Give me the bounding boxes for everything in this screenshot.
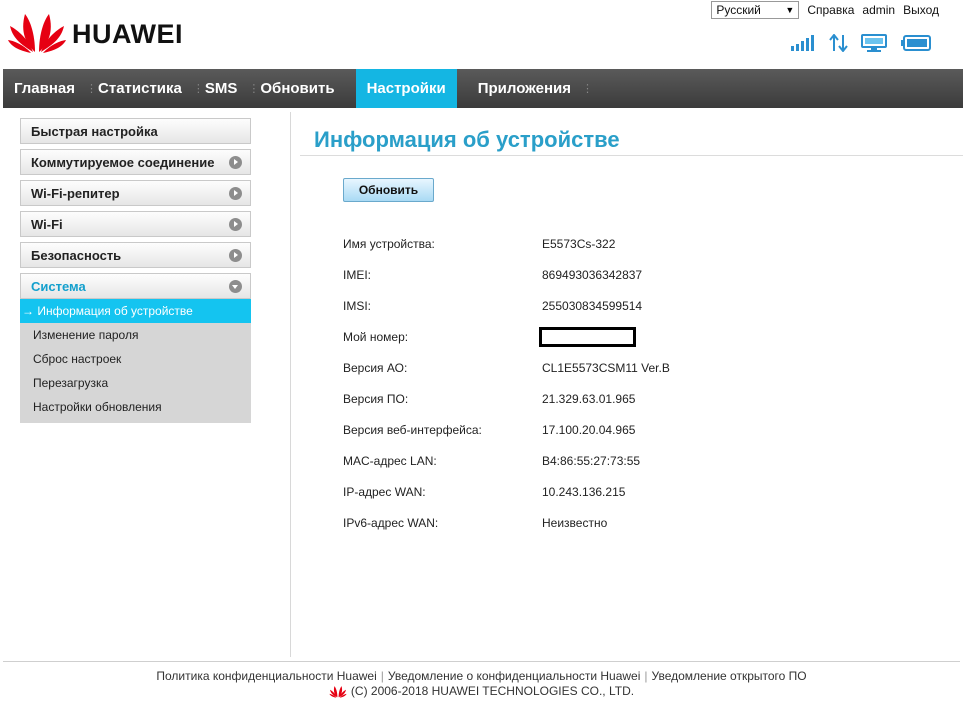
submenu-change-password[interactable]: Изменение пароля	[20, 323, 251, 347]
huawei-flower-icon	[329, 685, 347, 698]
nav-statistics[interactable]: Статистика	[87, 69, 193, 108]
info-label: Версия ПО:	[343, 391, 409, 406]
huawei-flower-icon	[8, 14, 66, 53]
logout-link[interactable]: Выход	[903, 3, 939, 17]
nav-update[interactable]: Обновить	[249, 69, 345, 108]
my-number-value	[539, 326, 742, 347]
info-label: Имя устройства:	[343, 236, 435, 251]
info-row: Версия АО: CL1E5573CSM11 Ver.B	[343, 352, 742, 383]
footer-links: Политика конфиденциальности Huawei | Уве…	[0, 669, 963, 683]
info-value: 255030834599514	[542, 298, 643, 313]
submenu-reset[interactable]: Сброс настроек	[20, 347, 251, 371]
sidebar-item-security[interactable]: Безопасность	[20, 242, 251, 268]
info-label: Мой номер:	[343, 329, 409, 344]
info-value: Неизвестно	[542, 515, 608, 530]
info-row: Мой номер:	[343, 321, 742, 352]
chevron-right-icon	[229, 186, 242, 200]
language-value: Русский	[716, 3, 761, 17]
chevron-down-icon: ▼	[785, 5, 795, 15]
info-label: IMEI:	[343, 267, 372, 282]
battery-icon[interactable]	[901, 35, 931, 51]
sidebar-item-label: Wi-Fi	[31, 216, 63, 232]
info-row: Версия веб-интерфейса: 17.100.20.04.965	[343, 414, 742, 445]
data-transfer-icon[interactable]	[829, 34, 849, 52]
header: HUAWEI Русский ▼ Справка admin Выход	[0, 0, 963, 68]
submenu-device-info[interactable]: → Информация об устройстве	[20, 299, 251, 323]
sidebar-item-label: Быстрая настройка	[31, 123, 158, 139]
privacy-notice-link[interactable]: Уведомление о конфиденциальности Huawei	[388, 669, 640, 683]
footer-separator: |	[644, 669, 648, 683]
nav-sms[interactable]: SMS	[194, 69, 249, 108]
nav-applications[interactable]: Приложения	[467, 69, 582, 108]
info-label: IP-адрес WAN:	[343, 484, 426, 499]
footer-separator: |	[380, 669, 384, 683]
submenu-reboot[interactable]: Перезагрузка	[20, 371, 251, 395]
page-title: Информация об устройстве	[314, 127, 620, 152]
sidebar-item-label: Коммутируемое соединение	[31, 154, 215, 170]
help-link[interactable]: Справка	[807, 3, 854, 17]
info-label: Версия веб-интерфейса:	[343, 422, 482, 437]
chevron-right-icon	[229, 155, 242, 169]
sidebar: Быстрая настройка Коммутируемое соединен…	[20, 118, 251, 423]
sidebar-item-label: Система	[31, 278, 86, 294]
copyright-text: (C) 2006-2018 HUAWEI TECHNOLOGIES CO., L…	[350, 684, 635, 698]
title-divider	[300, 155, 963, 156]
signal-icon[interactable]	[791, 35, 817, 51]
sidebar-item-quick-setup[interactable]: Быстрая настройка	[20, 118, 251, 144]
content-divider	[290, 112, 291, 657]
info-value: 17.100.20.04.965	[542, 422, 636, 437]
nav-home[interactable]: Главная	[3, 69, 86, 108]
top-links: Русский ▼ Справка admin Выход	[711, 1, 939, 19]
chevron-down-icon	[229, 279, 242, 293]
nav-separator	[582, 69, 583, 108]
status-icons	[791, 34, 931, 52]
privacy-policy-link[interactable]: Политика конфиденциальности Huawei	[156, 669, 376, 683]
nav-settings[interactable]: Настройки	[355, 69, 457, 108]
info-value: 21.329.63.01.965	[542, 391, 636, 406]
info-label: IMSI:	[343, 298, 372, 313]
chevron-right-icon	[229, 217, 242, 231]
info-label: MAC-адрес LAN:	[343, 453, 437, 468]
chevron-right-icon	[229, 248, 242, 262]
refresh-button[interactable]: Обновить	[343, 178, 434, 202]
footer-divider	[3, 661, 960, 662]
open-source-link[interactable]: Уведомление открытого ПО	[652, 669, 807, 683]
footer: Политика конфиденциальности Huawei | Уве…	[0, 669, 963, 698]
info-label: IPv6-адрес WAN:	[343, 515, 439, 530]
redacted-box	[539, 326, 636, 347]
sidebar-item-wifi[interactable]: Wi-Fi	[20, 211, 251, 237]
info-value: 869493036342837	[542, 267, 643, 282]
sidebar-item-system[interactable]: Система	[20, 273, 251, 299]
info-row: IMEI: 869493036342837	[343, 259, 742, 290]
info-value: 10.243.136.215	[542, 484, 626, 499]
info-row: IMSI: 255030834599514	[343, 290, 742, 321]
brand-name: HUAWEI	[72, 19, 183, 49]
info-row: Версия ПО: 21.329.63.01.965	[343, 383, 742, 414]
huawei-logo: HUAWEI	[8, 10, 198, 56]
system-submenu: → Информация об устройстве Изменение пар…	[20, 299, 251, 423]
submenu-update-settings[interactable]: Настройки обновления	[20, 395, 251, 419]
user-name[interactable]: admin	[862, 3, 895, 17]
sidebar-item-label: Wi-Fi-репитер	[31, 185, 120, 201]
info-row: IPv6-адрес WAN: Неизвестно	[343, 507, 742, 538]
info-row: IP-адрес WAN: 10.243.136.215	[343, 476, 742, 507]
sidebar-item-dialup[interactable]: Коммутируемое соединение	[20, 149, 251, 175]
info-value: CL1E5573CSM11 Ver.B	[542, 360, 670, 375]
info-row: MAC-адрес LAN: B4:86:55:27:73:55	[343, 445, 742, 476]
copyright: (C) 2006-2018 HUAWEI TECHNOLOGIES CO., L…	[0, 684, 963, 698]
sidebar-item-label: Безопасность	[31, 247, 122, 263]
info-row: Имя устройства: E5573Cs-322	[343, 228, 742, 259]
main-nav: Главная Статистика SMS Обновить Настройк…	[3, 69, 963, 108]
language-select[interactable]: Русский ▼	[711, 1, 800, 19]
sidebar-item-wifi-repeater[interactable]: Wi-Fi-репитер	[20, 180, 251, 206]
info-value: B4:86:55:27:73:55	[542, 453, 641, 468]
info-value: E5573Cs-322	[542, 236, 616, 251]
computer-icon[interactable]	[861, 34, 889, 52]
device-info-table: Имя устройства: E5573Cs-322 IMEI: 869493…	[343, 228, 742, 538]
info-label: Версия АО:	[343, 360, 408, 375]
